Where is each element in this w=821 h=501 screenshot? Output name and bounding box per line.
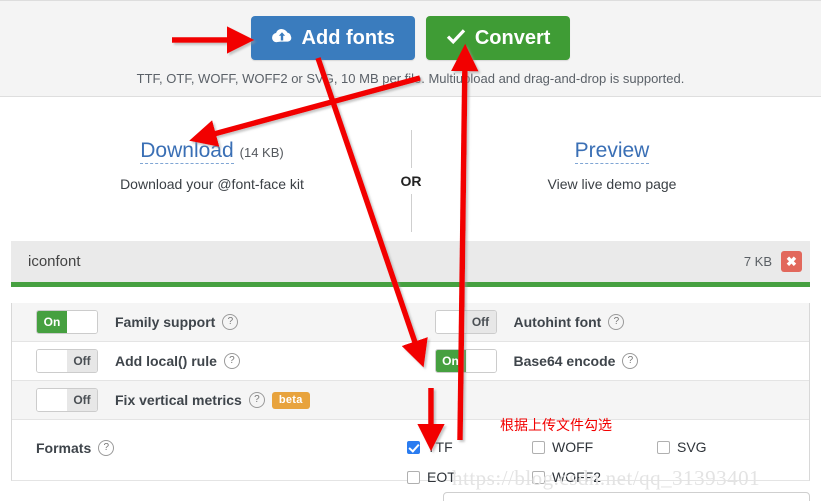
option-fix-vertical-metrics: Off Fix vertical metrics ? beta <box>12 388 411 412</box>
toggle-state-label: Off <box>465 311 496 333</box>
toggle-knob <box>465 350 496 372</box>
format-option-woff[interactable]: WOFF <box>532 439 657 455</box>
preview-column: Preview View live demo page <box>447 139 777 192</box>
watermark-text: https://blog.csdn.net/qq_31393401 <box>452 466 761 490</box>
option-row: Off Fix vertical metrics ? beta <box>12 381 809 420</box>
option-family-support: On Family support ? <box>12 310 411 334</box>
download-size: (14 KB) <box>239 145 284 160</box>
option-label-wrap: Family support ? <box>115 314 239 330</box>
file-meta: 7 KB ✖ <box>744 251 802 272</box>
checkbox-svg[interactable] <box>657 440 670 454</box>
toggle-knob <box>37 350 67 372</box>
option-add-local-rule: Off Add local() rule ? <box>12 349 411 373</box>
action-button-row: Add fonts Convert <box>0 16 821 60</box>
toggle-state-label: Off <box>67 350 97 372</box>
upload-progress-bar <box>11 282 810 287</box>
toggle-state-label: On <box>37 311 67 333</box>
convert-label: Convert <box>474 27 551 49</box>
upload-hint: TTF, OTF, WOFF, WOFF2 or SVG, 10 MB per … <box>136 71 685 86</box>
checkbox-eot[interactable] <box>407 470 420 484</box>
uploaded-file-bar: iconfont 7 KB ✖ <box>11 241 810 282</box>
result-area: Download (14 KB) Download your @font-face… <box>0 97 821 240</box>
toggle-state-label: Off <box>67 389 97 411</box>
add-fonts-label: Add fonts <box>301 27 395 49</box>
option-label-wrap: Fix vertical metrics ? beta <box>115 391 310 409</box>
or-line-bottom <box>410 194 412 232</box>
option-label-wrap: Autohint font ? <box>514 314 625 330</box>
custom-subset-input[interactable] <box>443 492 810 501</box>
option-label: Autohint font <box>513 314 602 330</box>
or-divider: OR <box>395 130 427 232</box>
beta-badge: beta <box>271 391 310 409</box>
option-autohint-font: Off Autohint font ? <box>411 310 810 334</box>
file-size: 7 KB <box>743 254 772 269</box>
option-label: Add local() rule <box>115 353 217 369</box>
preview-subtitle: View live demo page <box>547 176 677 192</box>
add-fonts-button[interactable]: Add fonts <box>250 16 415 60</box>
option-row: Off Add local() rule ? On Base64 encode … <box>12 342 809 381</box>
format-label: WOFF <box>552 439 594 455</box>
toggle-add-local-rule[interactable]: Off <box>36 349 98 373</box>
file-name: iconfont <box>28 253 81 270</box>
check-icon <box>446 27 466 49</box>
help-icon[interactable]: ? <box>223 353 240 369</box>
option-row: On Family support ? Off Autohint font ? <box>12 303 809 342</box>
upload-band: Add fonts Convert TTF, OTF, WOFF, WOFF2 … <box>0 0 821 97</box>
toggle-family-support[interactable]: On <box>36 310 98 334</box>
option-label-wrap: Base64 encode ? <box>514 353 639 369</box>
option-label-wrap: Add local() rule ? <box>115 353 240 369</box>
or-line-top <box>410 130 412 168</box>
toggle-base64-encode[interactable]: On <box>434 349 497 373</box>
toggle-knob <box>67 311 97 333</box>
help-icon[interactable]: ? <box>98 440 115 456</box>
option-label: Base64 encode <box>513 353 616 369</box>
formats-label-wrap: Formats ? <box>36 440 115 456</box>
preview-link[interactable]: Preview <box>574 139 650 164</box>
toggle-knob <box>435 311 466 333</box>
formats-label: Formats <box>36 440 92 456</box>
toggle-autohint-font[interactable]: Off <box>434 310 497 334</box>
annotation-chinese-note: 根据上传文件勾选 <box>500 418 612 434</box>
checkbox-woff[interactable] <box>532 440 545 454</box>
format-option-ttf[interactable]: TTF <box>407 439 532 455</box>
toggle-knob <box>37 389 67 411</box>
cloud-upload-icon <box>271 27 293 49</box>
help-icon[interactable]: ? <box>222 314 239 330</box>
checkbox-ttf[interactable] <box>407 440 420 454</box>
help-icon[interactable]: ? <box>248 392 265 408</box>
toggle-fix-vertical-metrics[interactable]: Off <box>36 388 98 412</box>
option-label: Fix vertical metrics <box>115 392 242 408</box>
options-panel: On Family support ? Off Autohint font ? <box>11 303 810 420</box>
font-converter-page: Add fonts Convert TTF, OTF, WOFF, WOFF2 … <box>0 0 821 501</box>
option-label: Family support <box>115 314 216 330</box>
close-icon[interactable]: ✖ <box>781 251 802 272</box>
help-icon[interactable]: ? <box>622 353 639 369</box>
option-base64-encode: On Base64 encode ? <box>411 349 810 373</box>
format-label: SVG <box>677 439 707 455</box>
or-label: OR <box>400 173 422 189</box>
convert-button[interactable]: Convert <box>425 16 571 60</box>
format-label: TTF <box>427 439 453 455</box>
download-link[interactable]: Download <box>140 139 234 164</box>
help-icon[interactable]: ? <box>608 314 625 330</box>
download-column: Download (14 KB) Download your @font-face… <box>47 139 377 192</box>
download-subtitle: Download your @font-face kit <box>120 176 304 192</box>
toggle-state-label: On <box>435 350 466 372</box>
format-option-svg[interactable]: SVG <box>657 439 782 455</box>
